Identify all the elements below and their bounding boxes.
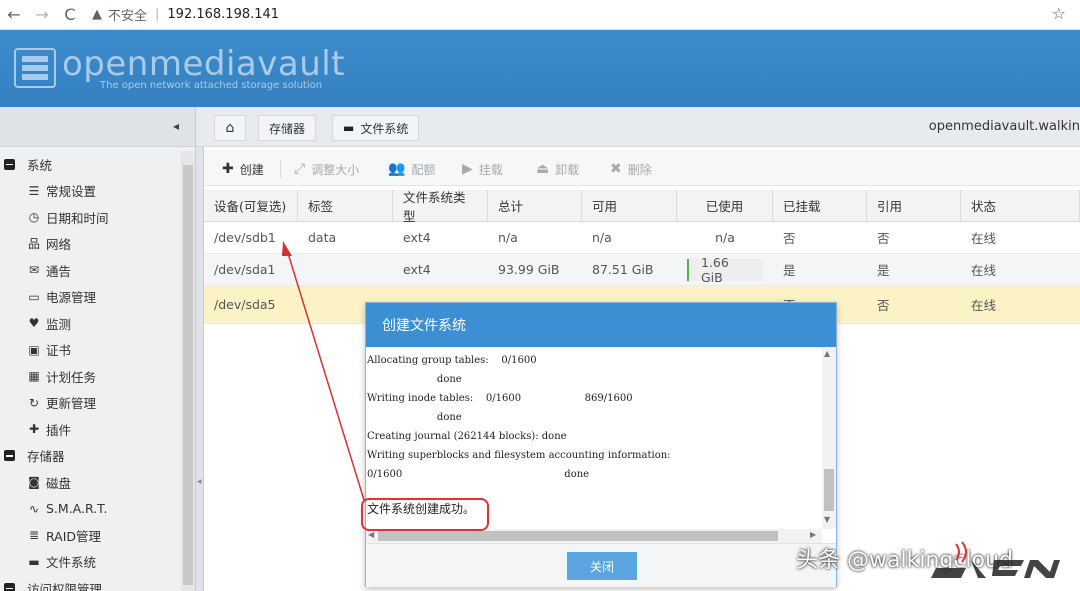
create-filesystem-dialog: 创建文件系统 Allocating group tables: 0/1600 d…	[365, 302, 837, 587]
log-line: done	[367, 412, 462, 423]
watermark-logo-icon	[931, 541, 1060, 578]
close-button[interactable]: 关闭	[567, 552, 637, 580]
scroll-up-icon[interactable]: ▲	[824, 349, 830, 358]
scroll-right-icon[interactable]: ▶	[810, 530, 816, 539]
output-vertical-scrollbar[interactable]: ▲ ▼	[822, 347, 836, 529]
dialog-footer: 关闭	[366, 543, 836, 587]
log-line: Writing superblocks and filesystem accou…	[367, 450, 671, 461]
log-line: Writing inode tables: 0/1600 869/1600	[367, 393, 633, 404]
scroll-down-icon[interactable]: ▼	[824, 515, 830, 524]
log-line: done	[367, 374, 462, 385]
dialog-title: 创建文件系统	[366, 303, 836, 347]
log-line: Allocating group tables: 0/1600	[367, 355, 537, 366]
scroll-left-icon[interactable]: ◀	[368, 530, 374, 539]
annotation-highlight	[361, 498, 489, 531]
output-horizontal-scrollbar[interactable]: ◀ ▶	[366, 529, 822, 543]
log-line: Creating journal (262144 blocks): done	[367, 431, 567, 442]
log-line: 0/1600 done	[367, 469, 590, 480]
